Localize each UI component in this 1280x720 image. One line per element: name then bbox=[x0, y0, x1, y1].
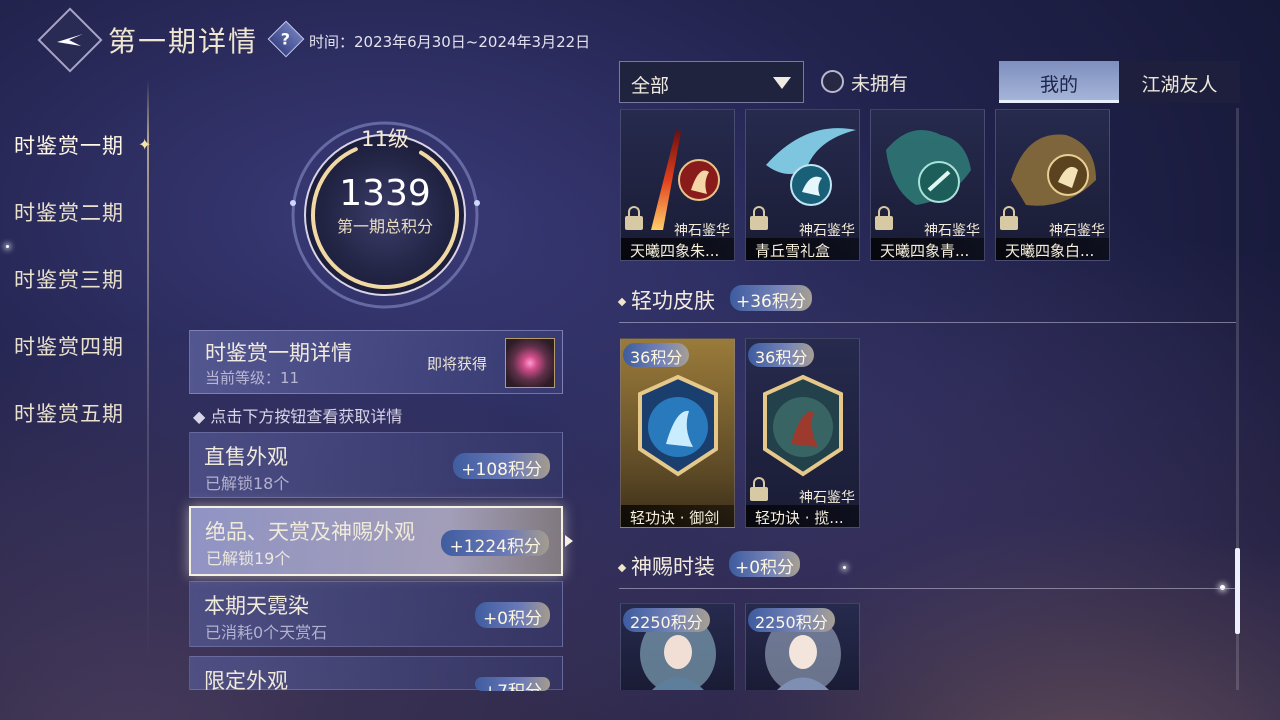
category-title: 绝品、天赏及神赐外观 bbox=[205, 520, 415, 544]
filter-dropdown[interactable]: 全部 bbox=[619, 61, 804, 103]
back-button[interactable] bbox=[37, 7, 103, 73]
detail-title: 时鉴赏一期详情 bbox=[205, 341, 352, 365]
sparkle-decoration bbox=[6, 245, 9, 248]
help-button[interactable]: ? bbox=[267, 20, 305, 58]
category-points-badge: +0积分 bbox=[474, 602, 550, 629]
period-detail-card[interactable]: 时鉴赏一期详情 当前等级：11 即将获得 bbox=[189, 330, 563, 394]
appearance-item[interactable]: 神石鉴华 天曦四象白... bbox=[995, 109, 1110, 261]
scrollbar-thumb[interactable] bbox=[1235, 548, 1240, 634]
appearance-item[interactable]: 神石鉴华 青丘雪礼盒 bbox=[745, 109, 860, 261]
section-divider bbox=[619, 588, 1236, 589]
period-tab-list: 时鉴赏一期 时鉴赏二期 时鉴赏三期 时鉴赏四期 时鉴赏五期 bbox=[14, 130, 124, 465]
category-card-limited[interactable]: 限定外观 +7积分 bbox=[189, 656, 563, 693]
section-bullet-icon bbox=[617, 297, 627, 307]
category-card-dye[interactable]: 本期天霓染 已消耗0个天赏石 +0积分 bbox=[189, 581, 563, 647]
page-title: 第一期详情 bbox=[108, 25, 259, 58]
filter-value: 全部 bbox=[631, 75, 670, 97]
score-caption: 第一期总积分 bbox=[336, 217, 433, 236]
category-points-badge: +7积分 bbox=[474, 677, 550, 691]
item-name: 轻功诀 · 御剑 bbox=[621, 505, 734, 527]
section-title-text: 轻功皮肤 bbox=[631, 289, 715, 313]
score-ring: 11级 1339 第一期总积分 bbox=[285, 115, 485, 315]
lock-icon bbox=[750, 206, 768, 230]
event-time-range: 时间：2023年6月30日~2024年3月22日 bbox=[309, 33, 591, 51]
appearance-item[interactable]: 36积分 神石鉴华 轻功诀 · 揽... bbox=[745, 338, 860, 528]
period-tab-3[interactable]: 时鉴赏三期 bbox=[14, 264, 124, 331]
period-divider bbox=[147, 80, 149, 660]
category-subtitle: 已解锁19个 bbox=[206, 549, 291, 568]
item-tag: 神石鉴华 bbox=[799, 490, 855, 506]
item-name: 天曦四象青... bbox=[871, 238, 984, 260]
section-points-badge: +36积分 bbox=[730, 285, 812, 312]
lock-icon bbox=[1000, 206, 1018, 230]
category-card-premium[interactable]: 绝品、天赏及神赐外观 已解锁19个 +1224积分 bbox=[189, 506, 563, 576]
reward-thumbnail[interactable] bbox=[505, 338, 555, 388]
category-title: 限定外观 bbox=[204, 669, 288, 693]
help-icon: ? bbox=[281, 29, 291, 49]
category-subtitle: 已消耗0个天赏石 bbox=[205, 623, 328, 642]
section-title: 神赐时装 bbox=[617, 551, 715, 581]
back-arrow-icon bbox=[57, 34, 83, 46]
dropdown-arrow-icon bbox=[773, 77, 791, 89]
appearance-item[interactable]: 神石鉴华 天曦四象青... bbox=[870, 109, 985, 261]
category-points-badge: +108积分 bbox=[453, 453, 550, 480]
score-total: 1339 bbox=[339, 173, 431, 214]
item-name: 轻功诀 · 揽... bbox=[746, 505, 859, 527]
section-title-text: 神赐时装 bbox=[631, 555, 715, 579]
lock-icon bbox=[875, 206, 893, 230]
category-card-direct[interactable]: 直售外观 已解锁18个 +108积分 bbox=[189, 432, 563, 498]
item-points-badge: 2250积分 bbox=[623, 608, 710, 632]
period-tab-1[interactable]: 时鉴赏一期 bbox=[14, 130, 124, 197]
not-owned-label: 未拥有 bbox=[851, 73, 909, 95]
hint-text: ◆ 点击下方按钮查看获取详情 bbox=[193, 407, 403, 426]
period-tab-2[interactable]: 时鉴赏二期 bbox=[14, 197, 124, 264]
lock-icon bbox=[625, 206, 643, 230]
item-name: 天曦四象朱... bbox=[621, 238, 734, 260]
appearance-item[interactable]: 神石鉴华 天曦四象朱... bbox=[620, 109, 735, 261]
lock-icon bbox=[750, 477, 768, 501]
item-name: 天曦四象白... bbox=[996, 238, 1109, 260]
section-points-badge: +0积分 bbox=[729, 551, 801, 578]
item-name: 青丘雪礼盒 bbox=[746, 238, 859, 260]
appearance-item[interactable]: 36积分 轻功诀 · 御剑 bbox=[620, 338, 735, 528]
score-level: 11级 bbox=[361, 127, 409, 151]
appearance-item[interactable]: 2250积分 bbox=[745, 603, 860, 690]
section-title: 轻功皮肤 bbox=[617, 285, 715, 315]
category-title: 直售外观 bbox=[204, 445, 288, 469]
hint-label: 点击下方按钮查看获取详情 bbox=[210, 407, 403, 426]
appearance-item[interactable]: 2250积分 bbox=[620, 603, 735, 690]
detail-current-level: 当前等级：11 bbox=[205, 369, 300, 387]
selected-arrow-icon bbox=[565, 535, 573, 547]
detail-soon-label: 即将获得 bbox=[427, 355, 488, 373]
sparkle-decoration bbox=[843, 566, 846, 569]
item-tag: 神石鉴华 bbox=[924, 223, 980, 239]
period-tab-4[interactable]: 时鉴赏四期 bbox=[14, 331, 124, 398]
active-tab-marker-icon: ✦ bbox=[138, 135, 152, 154]
item-points-badge: 36积分 bbox=[623, 343, 690, 367]
not-owned-radio[interactable] bbox=[821, 70, 844, 93]
category-subtitle: 已解锁18个 bbox=[205, 474, 290, 493]
item-tag: 神石鉴华 bbox=[674, 223, 730, 239]
section-bullet-icon bbox=[617, 563, 627, 573]
item-points-badge: 2250积分 bbox=[748, 608, 835, 632]
tab-friends[interactable]: 江湖友人 bbox=[1119, 61, 1240, 103]
category-points-badge: +1224积分 bbox=[441, 530, 549, 557]
section-divider bbox=[619, 322, 1236, 323]
tab-mine[interactable]: 我的 bbox=[999, 61, 1119, 103]
period-tab-5[interactable]: 时鉴赏五期 bbox=[14, 398, 124, 465]
item-tag: 神石鉴华 bbox=[799, 223, 855, 239]
item-tag: 神石鉴华 bbox=[1049, 223, 1105, 239]
item-points-badge: 36积分 bbox=[748, 343, 815, 367]
category-title: 本期天霓染 bbox=[204, 594, 309, 618]
